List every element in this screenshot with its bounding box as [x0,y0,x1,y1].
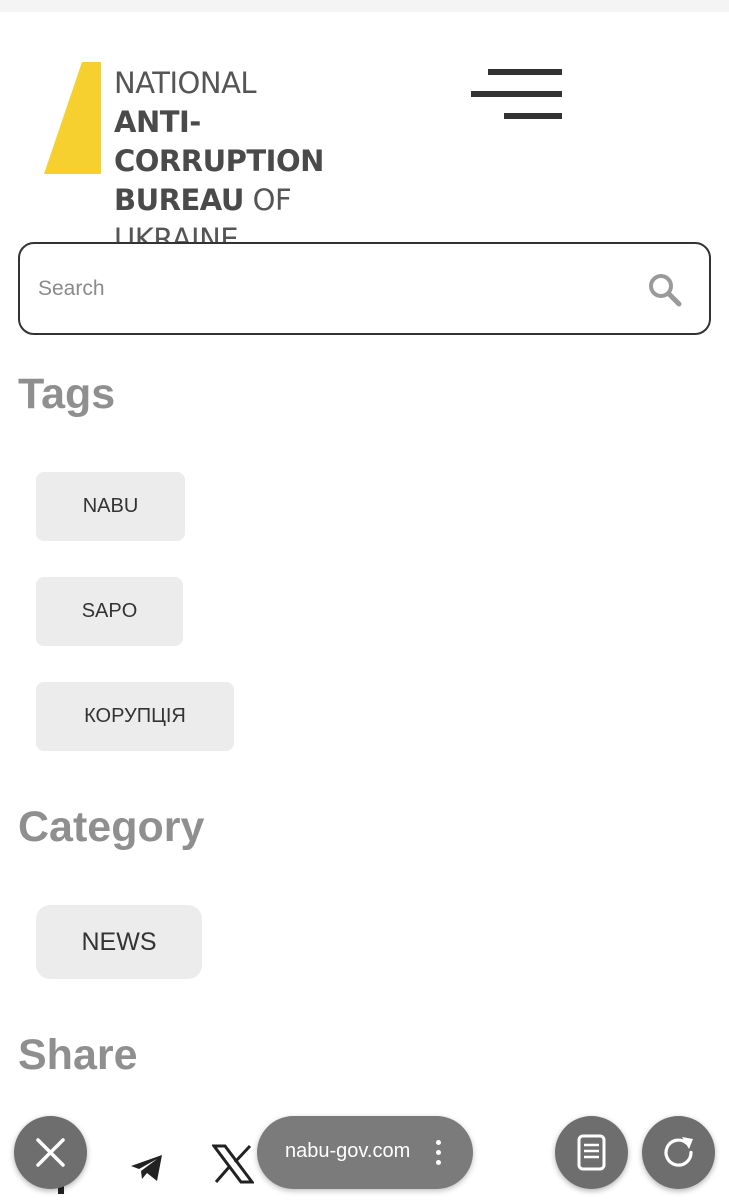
close-button[interactable] [14,1116,87,1189]
url-text: nabu-gov.com [285,1140,411,1162]
reload-button[interactable] [642,1116,715,1189]
reader-mode-button[interactable] [555,1116,628,1189]
reader-mode-icon [577,1134,606,1171]
logo-text: NATIONAL ANTI-CORRUPTION BUREAU OF UKRAI… [114,64,374,259]
logo-line-2: ANTI-CORRUPTION [114,105,324,178]
telegram-icon[interactable] [130,1153,164,1183]
close-icon [36,1138,65,1167]
search-box [18,242,711,335]
site-logo[interactable]: NATIONAL ANTI-CORRUPTION BUREAU OF UKRAI… [44,62,374,256]
category-heading: Category [18,803,205,851]
hamburger-menu-icon[interactable] [466,64,566,128]
reload-icon [664,1137,693,1167]
tag-nabu[interactable]: NABU [36,472,185,541]
status-strip [0,0,729,12]
share-heading: Share [18,1031,138,1079]
url-bar[interactable]: nabu-gov.com [257,1116,473,1189]
menu-line [471,91,562,97]
menu-line [488,69,562,75]
search-icon[interactable] [648,273,682,307]
category-news[interactable]: NEWS [36,905,202,979]
search-input[interactable] [38,264,598,314]
more-vertical-icon[interactable] [435,1140,443,1166]
tag-koruptsiia[interactable]: КОРУПЦІЯ [36,682,234,751]
logo-line-1: NATIONAL [114,66,257,100]
menu-line [504,113,562,119]
x-icon[interactable] [212,1144,254,1184]
tags-heading: Tags [18,370,116,418]
logo-line-3-bold: BUREAU [114,183,244,217]
logo-yellow-bar [44,62,101,174]
tag-sapo[interactable]: SAPO [36,577,183,646]
